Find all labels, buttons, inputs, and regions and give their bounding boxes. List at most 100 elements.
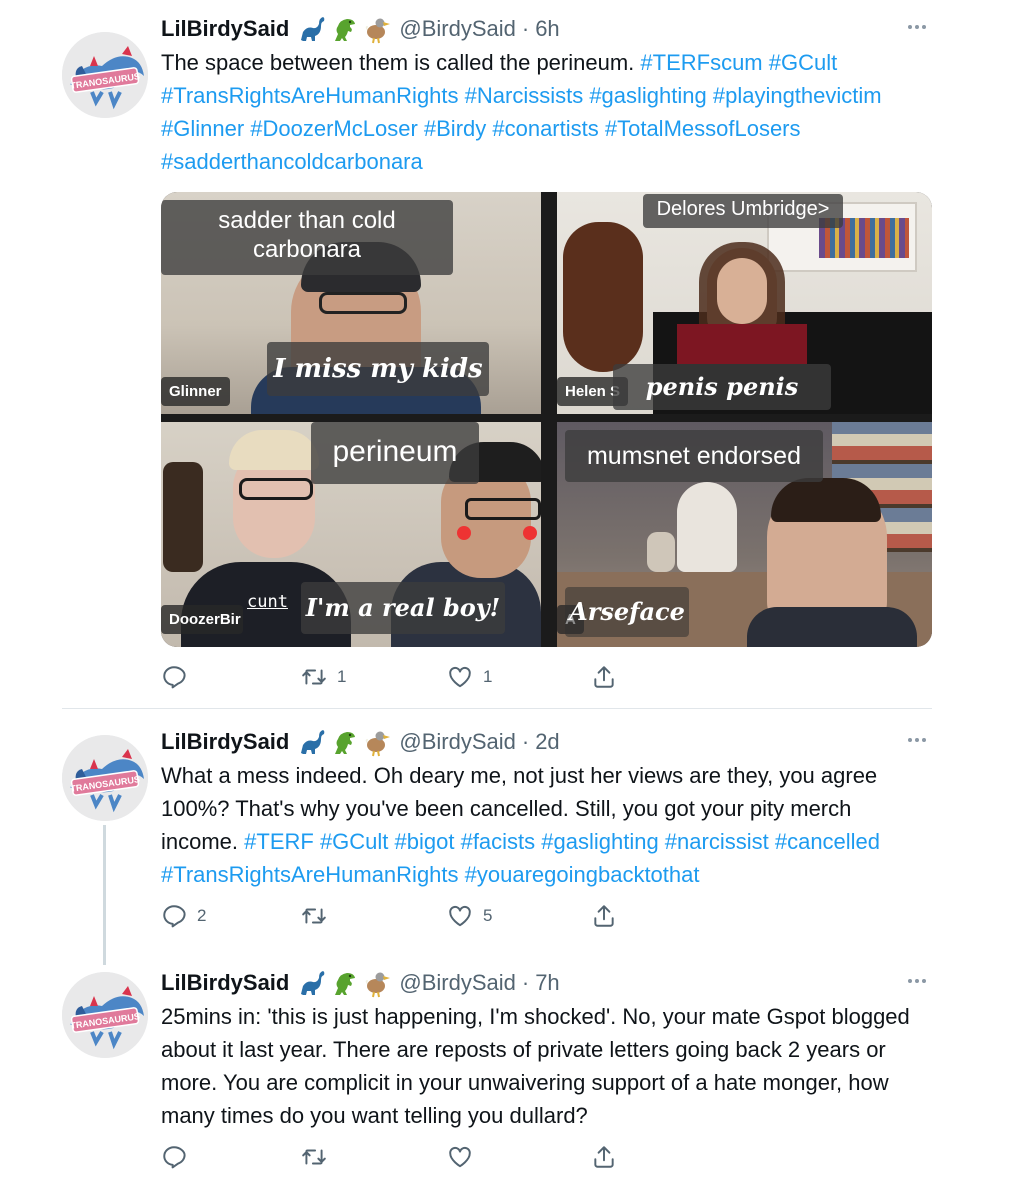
avatar[interactable] <box>62 972 148 1058</box>
tweet-text: What a mess indeed. Oh deary me, not jus… <box>161 759 931 891</box>
t-rex-emoji-icon <box>329 727 359 757</box>
caption-top: mumsnet endorsed <box>565 430 823 482</box>
timestamp[interactable]: 6h <box>535 16 559 42</box>
tweet-text: The space between them is called the per… <box>161 46 951 178</box>
heart-icon <box>447 664 473 690</box>
caption-top-text: Delores Umbridge> <box>656 198 830 220</box>
retweet-button[interactable] <box>301 901 337 931</box>
retweet-button[interactable]: 1 <box>301 662 346 692</box>
handle[interactable]: @BirdySaid <box>399 970 516 996</box>
caption-bottom-text: I miss my kids <box>273 354 483 384</box>
caption-bottom-text: I'm a real boy! <box>305 593 501 622</box>
separator-dot: · <box>521 729 530 754</box>
lamp <box>677 482 737 572</box>
tweet-text-body: 25mins in: 'this is just happening, I'm … <box>161 1004 910 1128</box>
reply-button[interactable] <box>161 1142 197 1172</box>
share-button[interactable] <box>591 901 617 931</box>
participant-name-tag: DoozerBir <box>161 605 243 634</box>
timestamp[interactable]: 2d <box>535 729 559 755</box>
red-chair <box>677 324 807 364</box>
like-button[interactable]: 5 <box>447 901 492 931</box>
participant-name-tag: Glinner <box>161 377 230 406</box>
name-emojis <box>297 14 391 44</box>
retweet-button[interactable] <box>301 1142 337 1172</box>
reply-button[interactable]: 2 <box>161 901 206 931</box>
like-count: 5 <box>483 906 493 925</box>
avatar[interactable] <box>62 735 148 821</box>
caption-bottom-text: penis penis penis <box>645 372 799 401</box>
more-options-button[interactable] <box>900 966 934 996</box>
tweet-header: LilBirdySaid @BirdySaid · 2d <box>161 725 560 759</box>
vase <box>647 532 675 572</box>
dodo-emoji-icon <box>361 14 391 44</box>
video-tile-helen: Delores Umbridge> Helen S penis penis pe… <box>557 192 932 414</box>
handwritten-scribble: cunt <box>247 592 288 612</box>
name-emojis <box>297 968 391 998</box>
like-button[interactable]: 1 <box>447 662 492 692</box>
more-options-button[interactable] <box>900 725 934 755</box>
caption-top: perineum <box>311 422 479 484</box>
tweet-actions: 2 5 <box>161 901 631 931</box>
share-button[interactable] <box>591 1142 617 1172</box>
display-name[interactable]: LilBirdySaid <box>161 729 289 755</box>
tweet-actions: 1 1 <box>161 662 631 692</box>
more-options-button[interactable] <box>900 12 934 42</box>
like-button[interactable] <box>447 1142 483 1172</box>
display-name[interactable]: LilBirdySaid <box>161 970 289 996</box>
red-cheek <box>457 526 471 540</box>
tweet-2[interactable]: LilBirdySaid @BirdySaid · 2d What a mess… <box>0 725 1014 965</box>
caption-bottom: I miss my kids <box>267 342 489 396</box>
tweet-media-image[interactable]: sadder than cold carbonara I miss my kid… <box>161 192 932 647</box>
thread-connector-line <box>103 825 106 965</box>
name-emojis <box>297 727 391 757</box>
dodo-emoji-icon <box>361 968 391 998</box>
tweet-text: 25mins in: 'this is just happening, I'm … <box>161 1000 931 1132</box>
tweet-3[interactable]: LilBirdySaid @BirdySaid · 7h 25mins in: … <box>0 966 1014 1196</box>
retweet-icon <box>301 1144 327 1170</box>
reply-icon <box>161 903 187 929</box>
t-rex-emoji-icon <box>329 14 359 44</box>
red-cheek <box>523 526 537 540</box>
share-icon <box>591 903 617 929</box>
person-shirt <box>747 607 917 647</box>
reply-icon <box>161 664 187 690</box>
sauropod-emoji-icon <box>297 968 327 998</box>
handle[interactable]: @BirdySaid <box>399 16 516 42</box>
guitar <box>163 462 203 572</box>
person-left-glasses <box>239 478 313 500</box>
avatar[interactable] <box>62 32 148 118</box>
tranosaurus-avatar-icon <box>62 972 148 1058</box>
person-left-hair <box>229 430 319 470</box>
separator-dot: · <box>521 970 530 995</box>
reply-button[interactable] <box>161 662 197 692</box>
handle[interactable]: @BirdySaid <box>399 729 516 755</box>
caption-bottom: Arseface <box>565 587 689 637</box>
share-button[interactable] <box>591 662 617 692</box>
retweet-icon <box>301 664 327 690</box>
video-tile-doozerbirdy: perineum DoozerBir cunt I'm a real boy! <box>161 422 541 647</box>
tweet-divider <box>62 708 932 709</box>
person-glasses <box>319 292 407 314</box>
tweet-header: LilBirdySaid @BirdySaid · 6h <box>161 12 560 46</box>
display-name[interactable]: LilBirdySaid <box>161 16 289 42</box>
timestamp[interactable]: 7h <box>535 970 559 996</box>
video-tile-arseface: mumsnet endorsed A Arseface <box>557 422 932 647</box>
hashtags[interactable]: #TERF #GCult #bigot #facists #gaslightin… <box>161 829 880 887</box>
heart-icon <box>447 1144 473 1170</box>
reply-count: 2 <box>197 906 207 925</box>
person-face <box>717 258 767 324</box>
caption-top-text: sadder than cold carbonara <box>218 207 396 263</box>
heart-icon <box>447 903 473 929</box>
tweet-header: LilBirdySaid @BirdySaid · 7h <box>161 966 560 1000</box>
like-count: 1 <box>483 667 493 686</box>
caption-bottom: I'm a real boy! <box>301 582 505 634</box>
caption-top: sadder than cold carbonara <box>161 200 453 275</box>
reply-icon <box>161 1144 187 1170</box>
sauropod-emoji-icon <box>297 14 327 44</box>
share-icon <box>591 1144 617 1170</box>
tweet-text-body: The space between them is called the per… <box>161 50 641 75</box>
sauropod-emoji-icon <box>297 727 327 757</box>
t-rex-emoji-icon <box>329 968 359 998</box>
separator-dot: · <box>521 16 530 41</box>
double-bass <box>563 222 643 372</box>
